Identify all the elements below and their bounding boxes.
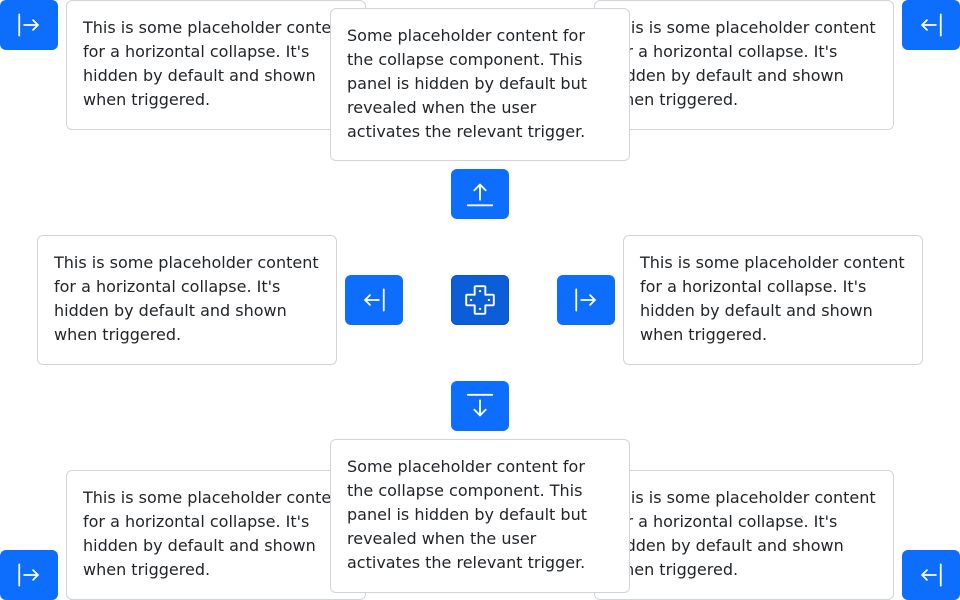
arrow-bar-left-icon	[921, 563, 942, 587]
arrow-bar-right-icon	[18, 13, 39, 37]
collapse-panel-bottom-left: This is some placeholder content for a h…	[66, 470, 366, 600]
toggle-bottom-right-button[interactable]	[902, 550, 960, 600]
toggle-bottom-left-button[interactable]	[0, 550, 58, 600]
collapse-panel-top-center: Some placeholder content for the collaps…	[330, 8, 630, 161]
collapse-panel-top-right: This is some placeholder content for a h…	[594, 0, 894, 130]
dpad-icon	[465, 285, 495, 315]
arrow-bar-down-icon	[466, 393, 494, 417]
collapse-panel-bottom-center: Some placeholder content for the collaps…	[330, 439, 630, 593]
toggle-top-right-button[interactable]	[902, 0, 960, 50]
arrow-bar-left-icon	[364, 288, 385, 312]
toggle-left-button[interactable]	[345, 275, 403, 325]
arrow-bar-right-icon	[575, 288, 596, 312]
arrow-bar-left-icon	[921, 13, 942, 37]
collapse-panel-middle-left: This is some placeholder content for a h…	[37, 235, 337, 365]
arrow-bar-right-icon	[18, 563, 39, 587]
arrow-bar-up-icon	[466, 183, 494, 207]
toggle-up-button[interactable]	[451, 169, 509, 219]
toggle-right-button[interactable]	[557, 275, 615, 325]
toggle-top-left-button[interactable]	[0, 0, 58, 50]
collapse-panel-bottom-right: This is some placeholder content for a h…	[594, 470, 894, 600]
collapse-panel-top-left: This is some placeholder content for a h…	[66, 0, 366, 130]
toggle-all-button[interactable]	[451, 275, 509, 325]
toggle-down-button[interactable]	[451, 381, 509, 431]
collapse-panel-middle-right: This is some placeholder content for a h…	[623, 235, 923, 365]
